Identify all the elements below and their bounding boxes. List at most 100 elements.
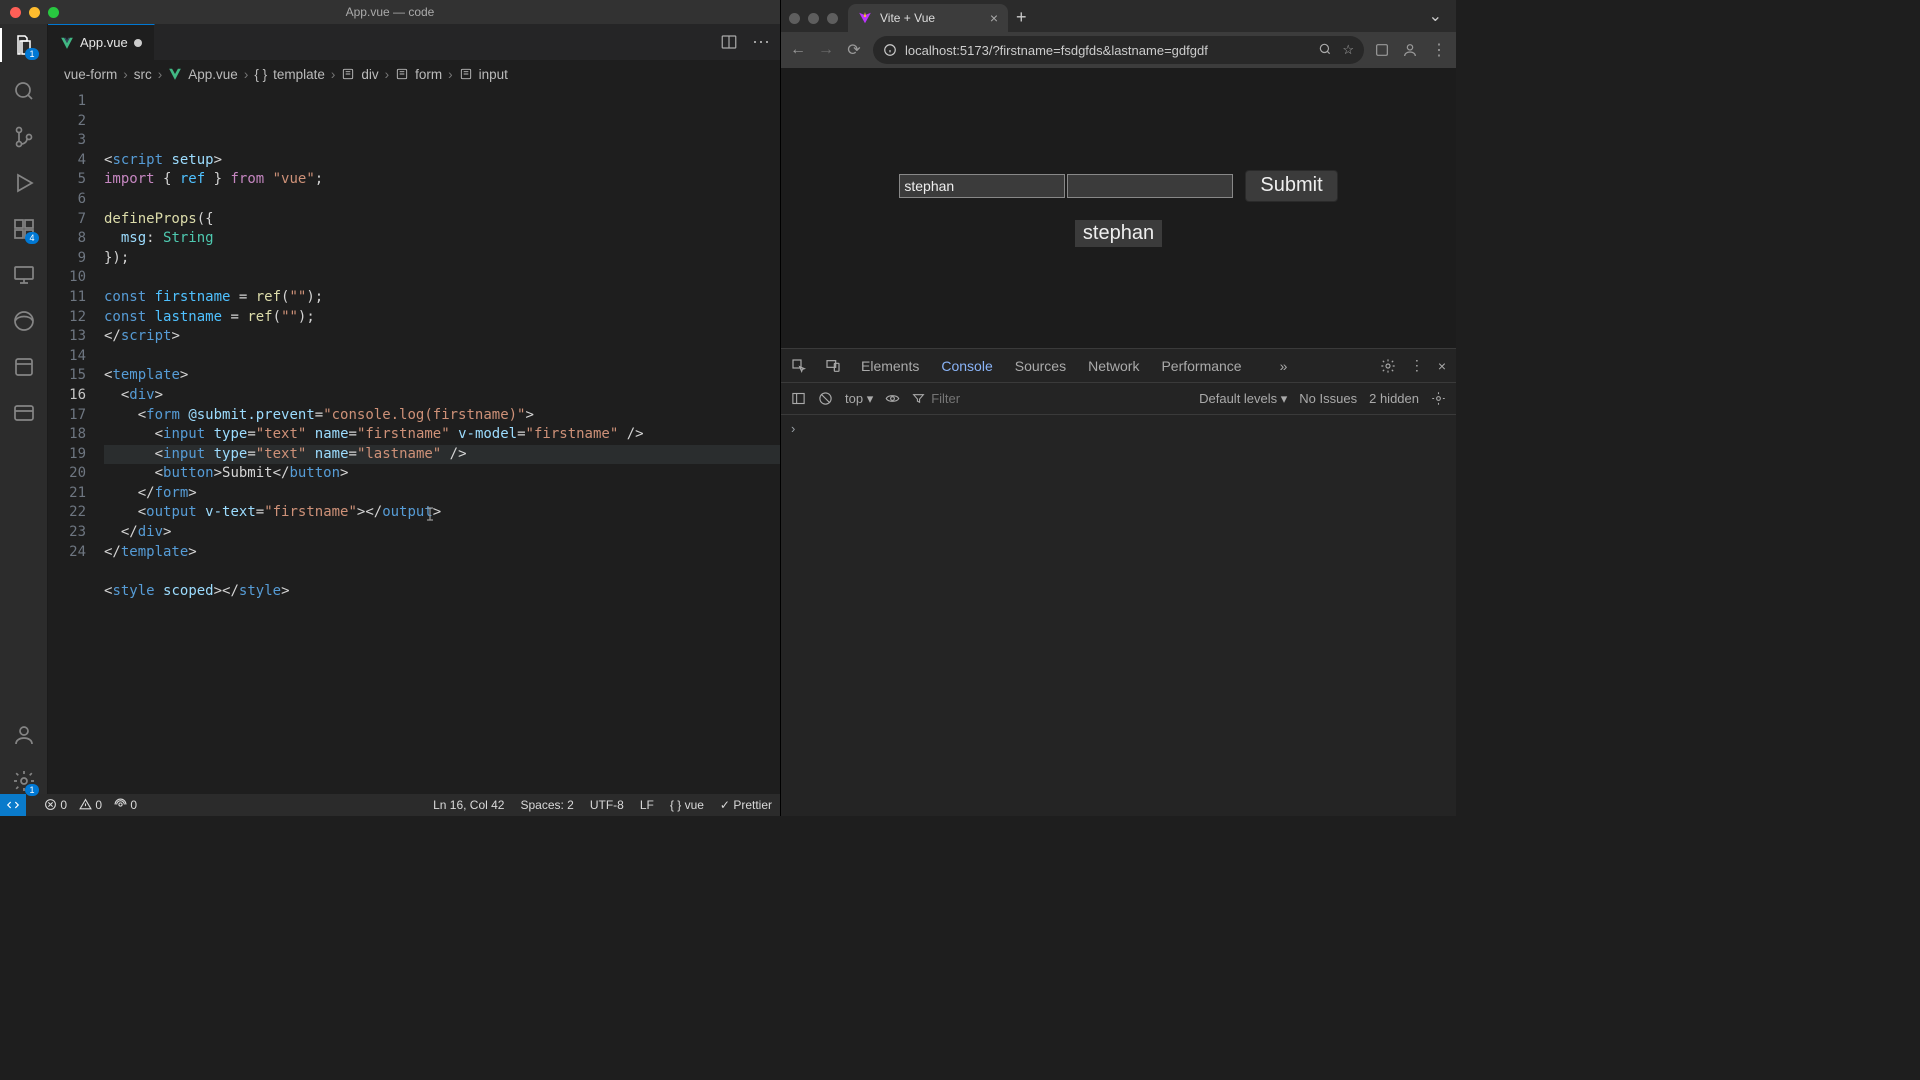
browser-window: Vite + Vue × + ⌄ ← → ⟳ localhost:5173/?f… bbox=[780, 0, 1456, 816]
firstname-input[interactable] bbox=[899, 174, 1065, 198]
status-spaces[interactable]: Spaces: 2 bbox=[520, 798, 573, 812]
reload-icon[interactable]: ⟳ bbox=[845, 40, 863, 60]
breadcrumb-item[interactable]: template bbox=[273, 67, 325, 82]
status-bar: 0 0 0 Ln 16, Col 42 Spaces: 2 UTF-8 LF {… bbox=[0, 794, 780, 816]
status-prettier[interactable]: ✓ Prettier bbox=[720, 798, 772, 812]
live-expression-icon[interactable] bbox=[885, 391, 900, 406]
console-toolbar: top ▾ Default levels ▾ No Issues 2 hidde… bbox=[781, 383, 1456, 415]
settings-gear-icon[interactable]: 1 bbox=[11, 768, 37, 794]
unsaved-dot-icon bbox=[134, 39, 142, 47]
breadcrumb-item[interactable]: App.vue bbox=[188, 67, 238, 82]
filter-input[interactable] bbox=[931, 391, 1187, 406]
devtools-tab-elements[interactable]: Elements bbox=[859, 352, 921, 380]
status-encoding[interactable]: UTF-8 bbox=[590, 798, 624, 812]
log-levels-selector[interactable]: Default levels ▾ bbox=[1199, 391, 1287, 407]
edge-tools-icon[interactable] bbox=[11, 308, 37, 334]
window-title: App.vue — code bbox=[346, 5, 435, 19]
clear-console-icon[interactable] bbox=[818, 391, 833, 406]
remote-indicator-icon[interactable] bbox=[0, 794, 26, 816]
minimize-window-icon[interactable] bbox=[29, 7, 40, 18]
more-actions-icon[interactable]: ⋯ bbox=[752, 32, 770, 53]
code-editor[interactable]: 123456789101112131415161718192021222324 … bbox=[48, 88, 780, 794]
console-sidebar-icon[interactable] bbox=[791, 391, 806, 406]
minimize-window-icon[interactable] bbox=[808, 13, 819, 24]
status-eol[interactable]: LF bbox=[640, 798, 654, 812]
tab-app-vue[interactable]: App.vue bbox=[48, 24, 155, 60]
menu-dots-icon[interactable]: ⋮ bbox=[1430, 40, 1448, 60]
filter-icon bbox=[912, 392, 925, 405]
inspect-element-icon[interactable] bbox=[791, 358, 807, 374]
maximize-window-icon[interactable] bbox=[827, 13, 838, 24]
vscode-window: App.vue — code 1 4 bbox=[0, 0, 780, 816]
more-tabs-icon[interactable]: » bbox=[1280, 358, 1288, 374]
extensions-puzzle-icon[interactable] bbox=[1374, 42, 1392, 58]
status-cursor-pos[interactable]: Ln 16, Col 42 bbox=[433, 798, 504, 812]
zoom-icon[interactable] bbox=[1318, 42, 1332, 58]
tab-label: App.vue bbox=[80, 35, 128, 50]
bookmarks-icon[interactable] bbox=[11, 354, 37, 380]
source-control-icon[interactable] bbox=[11, 124, 37, 150]
extensions-badge: 4 bbox=[25, 232, 38, 244]
devtools-tab-sources[interactable]: Sources bbox=[1013, 352, 1068, 380]
back-icon[interactable]: ← bbox=[789, 41, 807, 59]
profile-icon[interactable] bbox=[1402, 42, 1420, 58]
submit-button[interactable]: Submit bbox=[1245, 170, 1337, 202]
breadcrumbs[interactable]: vue-form›src›App.vue›{ }template›div›for… bbox=[48, 60, 780, 88]
bookmark-star-icon[interactable]: ☆ bbox=[1342, 42, 1354, 58]
breadcrumb-item[interactable]: src bbox=[134, 67, 152, 82]
status-language[interactable]: { } vue bbox=[670, 798, 704, 812]
browser-toolbar: ← → ⟳ localhost:5173/?firstname=fsdgfds&… bbox=[781, 32, 1456, 68]
devtools-panel: Elements Console Sources Network Performance… bbox=[781, 348, 1456, 816]
maximize-window-icon[interactable] bbox=[48, 7, 59, 18]
accounts-icon[interactable] bbox=[11, 722, 37, 748]
breadcrumb-item[interactable]: form bbox=[415, 67, 442, 82]
browser-tab[interactable]: Vite + Vue × bbox=[848, 4, 1008, 32]
browser-viewport: Submit stephan Elements Console Sources Net… bbox=[781, 68, 1456, 816]
editor-tabs: App.vue ⋯ bbox=[48, 24, 780, 60]
search-icon[interactable] bbox=[11, 78, 37, 104]
project-manager-icon[interactable] bbox=[11, 400, 37, 426]
close-tab-icon[interactable]: × bbox=[990, 10, 998, 26]
settings-badge: 1 bbox=[25, 784, 38, 796]
split-editor-icon[interactable] bbox=[720, 33, 738, 51]
devtools-menu-icon[interactable]: ⋮ bbox=[1410, 357, 1424, 374]
status-warnings[interactable]: 0 bbox=[79, 798, 102, 812]
browser-tab-title: Vite + Vue bbox=[880, 11, 935, 25]
hidden-messages[interactable]: 2 hidden bbox=[1369, 391, 1419, 406]
status-errors[interactable]: 0 bbox=[44, 798, 67, 812]
devtools-tab-console[interactable]: Console bbox=[939, 352, 994, 380]
output-text: stephan bbox=[1075, 220, 1162, 247]
close-window-icon[interactable] bbox=[789, 13, 800, 24]
devtools-close-icon[interactable]: × bbox=[1438, 358, 1446, 374]
close-window-icon[interactable] bbox=[10, 7, 21, 18]
breadcrumb-item[interactable]: vue-form bbox=[64, 67, 117, 82]
device-toolbar-icon[interactable] bbox=[825, 358, 841, 374]
browser-traffic-lights bbox=[789, 13, 838, 24]
console-output[interactable]: › bbox=[781, 415, 1456, 816]
breadcrumb-item[interactable]: input bbox=[479, 67, 508, 82]
tab-list-icon[interactable]: ⌄ bbox=[1423, 6, 1448, 26]
remote-explorer-icon[interactable] bbox=[11, 262, 37, 288]
run-debug-icon[interactable] bbox=[11, 170, 37, 196]
new-tab-icon[interactable]: + bbox=[1008, 7, 1035, 28]
forward-icon[interactable]: → bbox=[817, 41, 835, 59]
site-info-icon[interactable] bbox=[883, 43, 897, 57]
console-settings-icon[interactable] bbox=[1431, 391, 1446, 406]
context-selector[interactable]: top ▾ bbox=[845, 391, 873, 407]
breadcrumb-item[interactable]: div bbox=[361, 67, 378, 82]
explorer-icon[interactable]: 1 bbox=[11, 32, 37, 58]
browser-tab-strip: Vite + Vue × + ⌄ bbox=[781, 0, 1456, 32]
page-content: Submit stephan bbox=[781, 68, 1456, 348]
status-ports[interactable]: 0 bbox=[114, 798, 137, 812]
issues-indicator[interactable]: No Issues bbox=[1299, 391, 1357, 406]
devtools-tab-performance[interactable]: Performance bbox=[1159, 352, 1243, 380]
extensions-icon[interactable]: 4 bbox=[11, 216, 37, 242]
lastname-input[interactable] bbox=[1067, 174, 1233, 198]
address-bar[interactable]: localhost:5173/?firstname=fsdgfds&lastna… bbox=[873, 36, 1364, 64]
devtools-tab-network[interactable]: Network bbox=[1086, 352, 1141, 380]
devtools-settings-icon[interactable] bbox=[1380, 358, 1396, 374]
demo-form: Submit bbox=[899, 170, 1337, 202]
devtools-tabs: Elements Console Sources Network Performance… bbox=[781, 349, 1456, 383]
code-content[interactable]: <script setup>import { ref } from "vue";… bbox=[104, 88, 780, 794]
activity-bar: 1 4 bbox=[0, 24, 48, 794]
